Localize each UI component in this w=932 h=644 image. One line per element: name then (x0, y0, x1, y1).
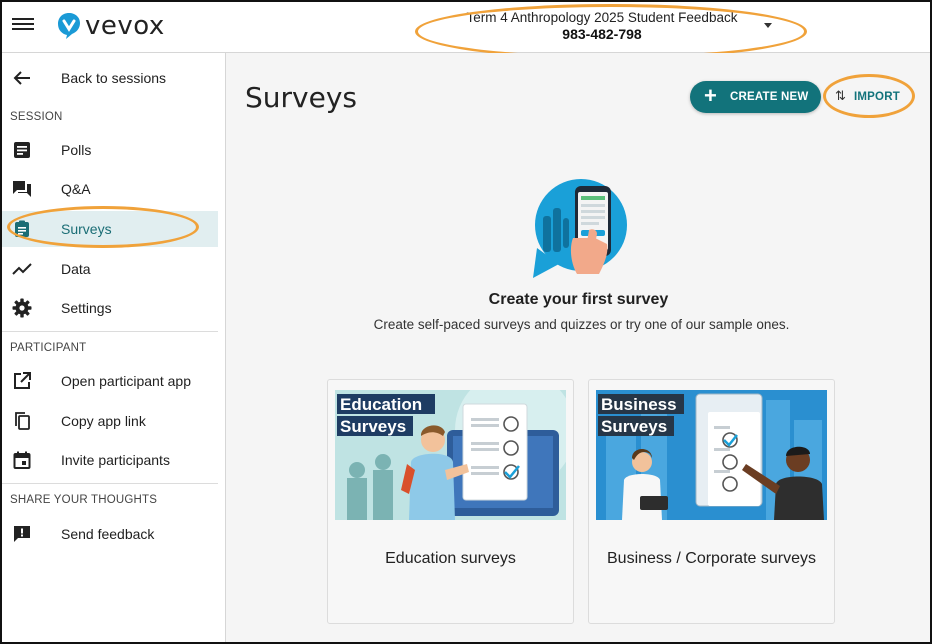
polls-icon (12, 140, 32, 160)
sidebar: Back to sessions SESSION Polls Q&A Surve… (2, 53, 226, 642)
back-to-sessions-link[interactable]: Back to sessions (2, 60, 218, 96)
create-new-label: CREATE NEW (730, 91, 809, 103)
sidebar-divider (2, 331, 218, 332)
sidebar-item-copy-app-link[interactable]: Copy app link (2, 403, 218, 439)
sidebar-item-settings[interactable]: Settings (2, 290, 218, 326)
main-content: Surveys + CREATE NEW ⇅ IMPORT Create you… (227, 53, 930, 642)
import-button[interactable]: ⇅ IMPORT (828, 83, 908, 111)
sidebar-item-surveys[interactable]: Surveys (2, 211, 218, 247)
sidebar-item-open-participant-app[interactable]: Open participant app (2, 363, 218, 399)
sidebar-item-label: Copy app link (61, 413, 146, 429)
education-thumb-caption-line1: Education (340, 395, 422, 414)
survey-phone-illustration (529, 178, 633, 280)
session-name: Term 4 Anthropology 2025 Student Feedbac… (466, 10, 738, 25)
education-thumb-caption-line2: Surveys (340, 417, 406, 436)
copy-icon (12, 411, 32, 431)
sidebar-divider (2, 483, 218, 484)
logo-text: vevox (85, 11, 165, 41)
card-title: Business / Corporate surveys (607, 550, 816, 567)
business-thumb-caption-line1: Business (601, 395, 677, 414)
top-bar: vevox Term 4 Anthropology 2025 Student F… (2, 2, 930, 59)
page-title: Surveys (245, 81, 357, 114)
plus-icon: + (704, 83, 717, 108)
business-surveys-thumbnail: Business Surveys (596, 390, 827, 520)
sidebar-item-data[interactable]: Data (2, 251, 218, 287)
arrow-left-icon (12, 68, 32, 88)
surveys-icon (12, 219, 32, 239)
sidebar-item-invite-participants[interactable]: Invite participants (2, 442, 218, 478)
empty-state-title: Create your first survey (488, 291, 669, 308)
sidebar-item-label: Open participant app (61, 373, 191, 389)
back-label: Back to sessions (61, 70, 167, 86)
education-surveys-card[interactable]: Education Surveys Education surveys (327, 379, 574, 624)
business-surveys-card[interactable]: Business Surveys Business / Corporate su… (588, 379, 835, 624)
sidebar-item-label: Data (61, 261, 91, 277)
sidebar-item-label: Polls (61, 142, 92, 158)
sidebar-item-label: Send feedback (61, 526, 155, 542)
empty-state-subtitle: Create self-paced surveys and quizzes or… (373, 317, 790, 332)
data-trend-icon (12, 259, 32, 279)
section-heading-share-thoughts: SHARE YOUR THOUGHTS (10, 494, 158, 506)
sidebar-item-label: Surveys (61, 221, 112, 237)
import-label: IMPORT (854, 91, 900, 103)
section-heading-session: SESSION (10, 111, 63, 123)
sidebar-item-label: Invite participants (61, 452, 170, 468)
gear-icon (12, 298, 32, 318)
menu-icon[interactable] (12, 15, 34, 35)
sidebar-item-send-feedback[interactable]: Send feedback (2, 516, 218, 552)
vevox-logo-icon (58, 13, 80, 39)
card-title: Education surveys (385, 550, 516, 567)
sidebar-item-qa[interactable]: Q&A (2, 171, 218, 207)
calendar-icon (12, 450, 32, 470)
create-new-button[interactable]: + CREATE NEW (690, 81, 821, 113)
vevox-logo[interactable]: vevox (57, 11, 165, 41)
section-heading-participant: PARTICIPANT (10, 342, 87, 354)
business-thumb-caption-line2: Surveys (601, 417, 667, 436)
open-external-icon (12, 371, 32, 391)
qa-icon (12, 179, 32, 199)
sidebar-item-label: Settings (61, 300, 112, 316)
feedback-icon (12, 524, 32, 544)
sidebar-item-polls[interactable]: Polls (2, 132, 218, 168)
import-arrows-icon: ⇅ (835, 88, 846, 103)
session-code: 983-482-798 (562, 26, 642, 42)
session-selector[interactable]: Term 4 Anthropology 2025 Student Feedbac… (432, 10, 772, 42)
education-surveys-thumbnail: Education Surveys (335, 390, 566, 520)
sidebar-item-label: Q&A (61, 181, 91, 197)
chevron-down-icon (764, 23, 772, 28)
app-window: vevox Term 4 Anthropology 2025 Student F… (0, 0, 932, 644)
